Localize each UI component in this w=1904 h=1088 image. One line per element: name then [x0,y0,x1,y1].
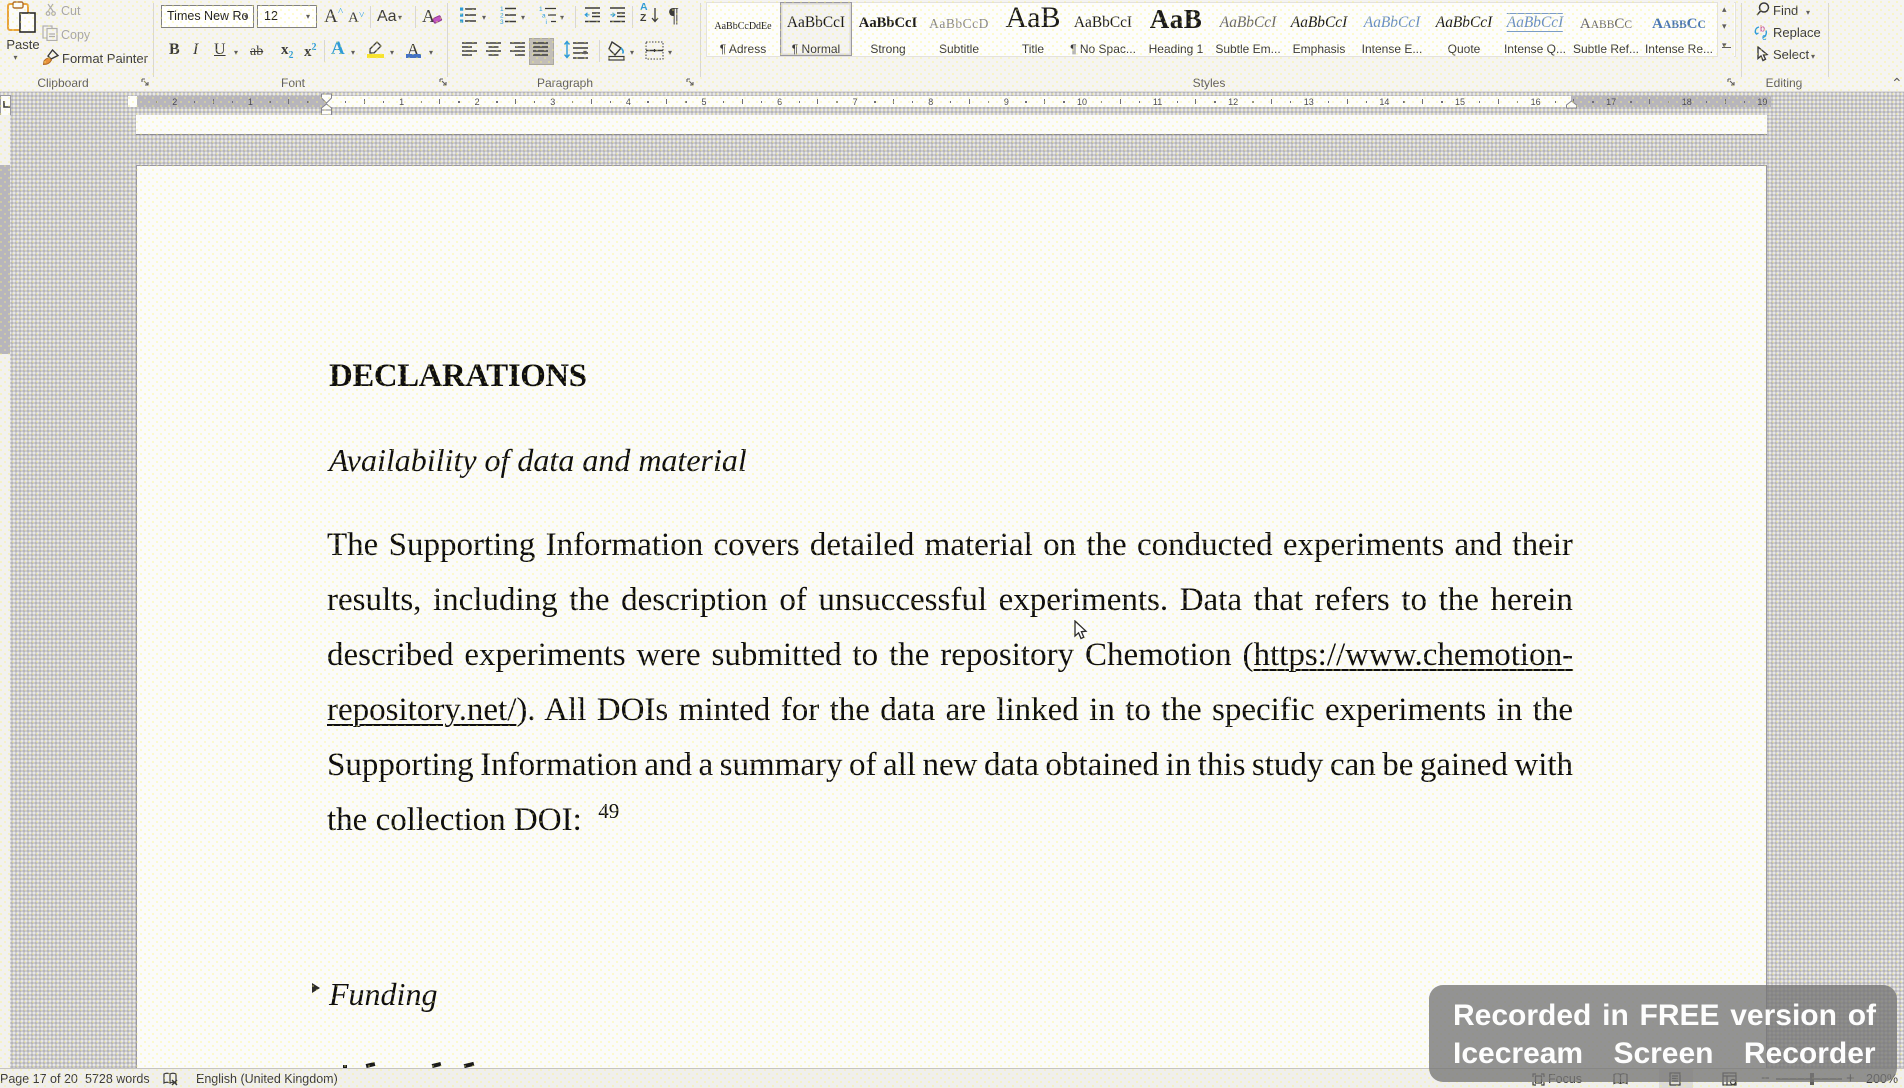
svg-text:i: i [546,19,547,25]
svg-text:3: 3 [500,19,504,25]
